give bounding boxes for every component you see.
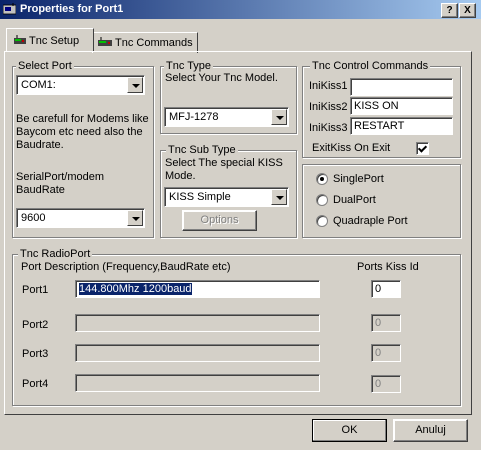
tnc-type-desc: Select Your Tnc Model. [165, 72, 278, 84]
port4-label: Port4 [22, 378, 49, 390]
tnc-setup-icon [14, 35, 26, 44]
exitkiss-label: ExitKiss On Exit [312, 142, 391, 154]
port1-kiss-id-input[interactable]: 0 [371, 280, 401, 298]
warning-text-3: Baudrate. [16, 139, 64, 151]
tnc-commands-icon [98, 37, 112, 46]
inikiss1-label: IniKiss1 [309, 80, 348, 92]
inikiss3-label: IniKiss3 [309, 122, 348, 134]
port1-label: Port1 [22, 284, 49, 296]
baudrate-label-2: BaudRate [16, 184, 65, 196]
tnc-model-select[interactable]: MFJ-1278 [164, 107, 289, 127]
tnc-model-value: MFJ-1278 [169, 111, 219, 123]
inikiss3-input[interactable]: RESTART [350, 117, 453, 135]
warning-text-1: Be carefull for Modems like [16, 113, 149, 125]
singleport-label: SinglePort [333, 173, 384, 185]
quadrapleport-radio[interactable] [316, 215, 328, 227]
exitkiss-checkbox[interactable] [416, 142, 429, 155]
chevron-down-icon[interactable] [271, 109, 287, 125]
tab-tnc-commands[interactable]: Tnc Commands [92, 32, 198, 53]
radio-port-label: Tnc RadioPort [18, 248, 93, 260]
dualport-radio[interactable] [316, 194, 328, 206]
baudrate-select[interactable]: 9600 [16, 208, 145, 228]
kiss-id-header: Ports Kiss Id [357, 261, 419, 273]
select-port-label: Select Port [16, 60, 74, 72]
port4-description-input[interactable] [75, 374, 320, 392]
tnc-subtype-desc-1: Select The special KISS [165, 157, 283, 169]
tnc-subtype-label: Tnc Sub Type [166, 144, 238, 156]
kiss-mode-select[interactable]: KISS Simple [164, 187, 289, 207]
dualport-label: DualPort [333, 194, 376, 206]
inikiss2-input[interactable]: KISS ON [350, 97, 453, 115]
tab-label: Tnc Setup [29, 35, 80, 47]
help-button[interactable]: ? [441, 3, 458, 18]
close-button[interactable]: X [459, 3, 476, 18]
tnc-type-label: Tnc Type [164, 60, 214, 72]
port4-kiss-id-input[interactable]: 0 [371, 375, 401, 393]
port1-description-value: 144.800Mhz 1200baud [79, 283, 192, 295]
quadrapleport-label: Quadraple Port [333, 215, 408, 227]
port2-label: Port2 [22, 319, 49, 331]
kiss-mode-value: KISS Simple [169, 191, 231, 203]
chevron-down-icon[interactable] [127, 77, 143, 93]
tnc-subtype-desc-2: Mode. [165, 170, 196, 182]
port3-kiss-id-input[interactable]: 0 [371, 344, 401, 362]
cancel-button[interactable]: Anuluj [393, 419, 468, 442]
port3-description-input[interactable] [75, 344, 320, 362]
inikiss1-input[interactable] [350, 78, 453, 96]
singleport-radio[interactable] [316, 173, 328, 185]
port3-label: Port3 [22, 348, 49, 360]
tab-tnc-setup[interactable]: Tnc Setup [6, 28, 94, 51]
baudrate-label-1: SerialPort/modem [16, 171, 105, 183]
port2-description-input[interactable] [75, 314, 320, 332]
title-bar: Properties for Port1 ? X [0, 0, 481, 19]
port2-kiss-id-input[interactable]: 0 [371, 314, 401, 332]
port-desc-header: Port Description (Frequency,BaudRate etc… [21, 261, 231, 273]
baudrate-select-value: 9600 [21, 212, 46, 224]
tab-label: Tnc Commands [115, 37, 193, 49]
control-commands-label: Tnc Control Commands [310, 60, 431, 72]
warning-text-2: Baycom etc need also the [16, 126, 143, 138]
inikiss2-label: IniKiss2 [309, 101, 348, 113]
window-title: Properties for Port1 [20, 3, 124, 15]
port1-description-input[interactable]: 144.800Mhz 1200baud [75, 280, 320, 298]
app-icon [3, 3, 16, 15]
options-button[interactable]: Options [182, 210, 257, 231]
port-select-value: COM1: [21, 79, 56, 91]
ok-button[interactable]: OK [312, 419, 387, 442]
port-select[interactable]: COM1: [16, 75, 145, 95]
chevron-down-icon[interactable] [271, 189, 287, 205]
chevron-down-icon[interactable] [127, 210, 143, 226]
